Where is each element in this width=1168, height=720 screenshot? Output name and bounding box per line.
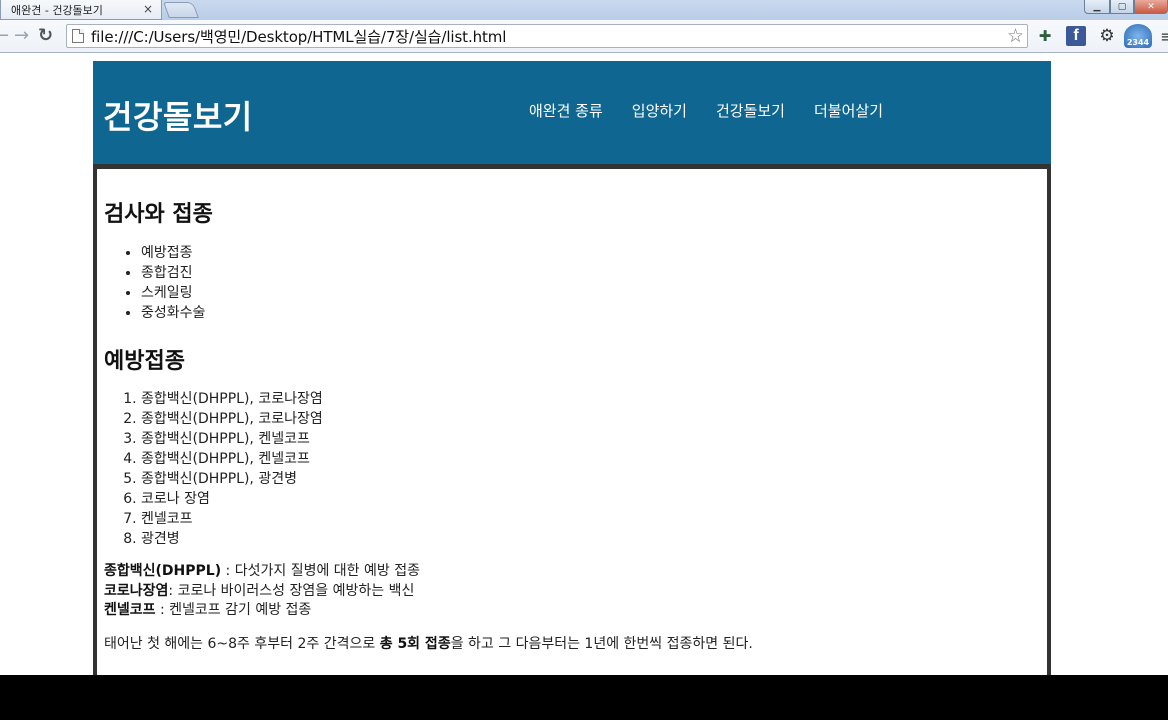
list-item: 광견병 xyxy=(141,529,323,549)
nav-link-health[interactable]: 건강돌보기 xyxy=(716,100,785,121)
main-content: 검사와 접종 예방접종 종합검진 스케일링 중성화수술 예방접종 종합백신(DH… xyxy=(93,164,1051,675)
list-item: 중성화수술 xyxy=(141,303,205,323)
list-item: 종합백신(DHPPL), 광견병 xyxy=(141,469,323,489)
site-nav: 애완견 종류 입양하기 건강돌보기 더불어살기 xyxy=(529,100,912,121)
window-titlebar: 애완견 - 건강돌보기 × ▁ ▢ ✕ xyxy=(0,0,1168,20)
back-arrow-icon[interactable]: ← xyxy=(0,26,9,46)
definition-desc: : 코로나 바이러스성 장염을 예방하는 백신 xyxy=(168,582,415,599)
close-tab-icon[interactable]: × xyxy=(143,2,153,16)
new-tab-button[interactable] xyxy=(163,2,199,18)
list-item: 종합백신(DHPPL), 코로나장염 xyxy=(141,389,323,409)
list-item: 종합백신(DHPPL), 켄넬코프 xyxy=(141,429,323,449)
checkup-heading: 검사와 접종 xyxy=(104,202,213,227)
vaccination-note: 태어난 첫 해에는 6~8주 후부터 2주 간격으로 총 5회 접종을 하고 그… xyxy=(104,633,753,653)
nav-link-breeds[interactable]: 애완견 종류 xyxy=(529,100,603,121)
note-text: 태어난 첫 해에는 6~8주 후부터 2주 간격으로 xyxy=(104,636,380,652)
definition-desc: : 다섯가지 질병에 대한 예방 접종 xyxy=(221,563,420,579)
list-item: 종합백신(DHPPL), 코로나장염 xyxy=(141,409,323,429)
letterbox-bar xyxy=(0,675,1168,720)
list-item: 종합검진 xyxy=(141,263,205,283)
browser-toolbar: ← → ↻ file:///C:/Users/백영민/Desktop/HTML실… xyxy=(0,20,1168,53)
minimize-button[interactable]: ▁ xyxy=(1084,0,1110,14)
definition-term: 코로나장염 xyxy=(104,582,169,599)
definition-term: 켄넬코프 xyxy=(104,602,156,618)
list-item: 종합백신(DHPPL), 켄넬코프 xyxy=(141,449,323,469)
bookmark-star-icon[interactable]: ☆ xyxy=(1007,25,1024,47)
definition-term: 종합백신(DHPPL) xyxy=(104,563,222,579)
vaccination-list: 종합백신(DHPPL), 코로나장염 종합백신(DHPPL), 코로나장염 종합… xyxy=(141,389,323,549)
page-icon xyxy=(72,29,84,43)
page-container: 건강돌보기 애완견 종류 입양하기 건강돌보기 더불어살기 검사와 접종 예방접… xyxy=(93,61,1051,675)
vaccination-heading: 예방접종 xyxy=(104,349,185,374)
definition-row: 종합백신(DHPPL) : 다섯가지 질병에 대한 예방 접종 xyxy=(104,562,420,582)
list-item: 켄넬코프 xyxy=(141,509,323,529)
extension-2344-icon[interactable]: 2344 xyxy=(1124,24,1152,48)
address-bar[interactable]: file:///C:/Users/백영민/Desktop/HTML실습/7장/실… xyxy=(66,24,1028,48)
extension-puzzle-icon[interactable]: ✚ xyxy=(1034,25,1056,47)
facebook-icon[interactable]: f xyxy=(1066,26,1086,46)
definition-desc: : 켄넬코프 감기 예방 접종 xyxy=(155,602,312,618)
browser-tab[interactable]: 애완견 - 건강돌보기 × xyxy=(0,0,162,20)
list-item: 스케일링 xyxy=(141,283,205,303)
list-item: 예방접종 xyxy=(141,243,205,263)
definition-row: 코로나장염: 코로나 바이러스성 장염을 예방하는 백신 xyxy=(104,582,420,602)
url-text[interactable]: file:///C:/Users/백영민/Desktop/HTML실습/7장/실… xyxy=(91,26,506,47)
list-item: 코로나 장염 xyxy=(141,489,323,509)
reload-icon[interactable]: ↻ xyxy=(38,26,53,46)
forward-arrow-icon[interactable]: → xyxy=(14,26,29,46)
definition-list: 종합백신(DHPPL) : 다섯가지 질병에 대한 예방 접종 코로나장염: 코… xyxy=(104,562,420,621)
nav-link-living[interactable]: 더불어살기 xyxy=(814,100,883,121)
page-viewport: 건강돌보기 애완견 종류 입양하기 건강돌보기 더불어살기 검사와 접종 예방접… xyxy=(0,53,1168,675)
tab-title: 애완견 - 건강돌보기 xyxy=(11,3,103,17)
window-close-button[interactable]: ✕ xyxy=(1134,0,1168,14)
menu-icon[interactable]: ≡ xyxy=(1156,25,1168,47)
nav-link-adoption[interactable]: 입양하기 xyxy=(632,100,687,121)
site-header: 건강돌보기 애완견 종류 입양하기 건강돌보기 더불어살기 xyxy=(93,61,1051,164)
note-emphasis: 총 5회 접종 xyxy=(379,636,451,652)
maximize-button[interactable]: ▢ xyxy=(1110,0,1134,14)
definition-row: 켄넬코프 : 켄넬코프 감기 예방 접종 xyxy=(104,601,420,621)
note-text-end: 을 하고 그 다음부터는 1년에 한번씩 접종하면 된다. xyxy=(450,636,753,652)
gear-icon[interactable]: ⚙ xyxy=(1096,25,1118,47)
site-title: 건강돌보기 xyxy=(103,98,253,136)
checkup-list: 예방접종 종합검진 스케일링 중성화수술 xyxy=(141,243,205,323)
